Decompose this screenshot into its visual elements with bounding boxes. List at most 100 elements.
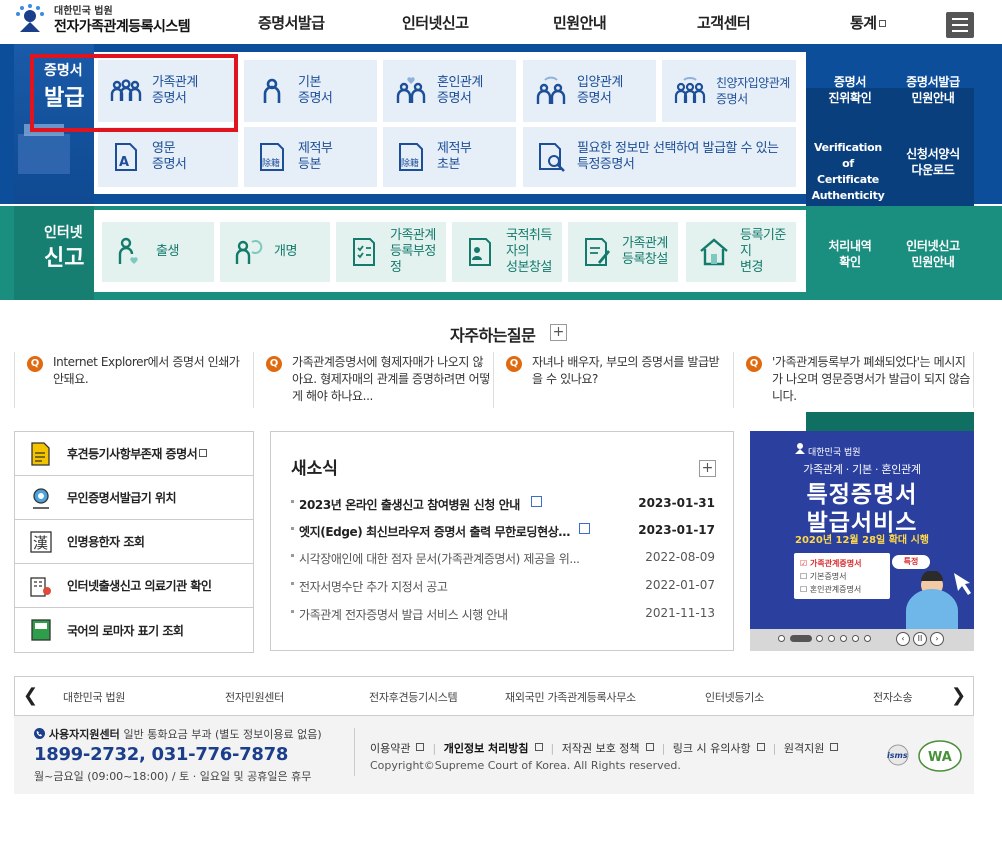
news-more-button[interactable]: + [699, 460, 716, 477]
footer-link-remote-support[interactable]: 원격지원 [784, 742, 824, 755]
news-item[interactable]: 2023년 온라인 출생신고 참여병원 신청 안내 2023-01-31 [291, 496, 715, 520]
quick-link-romanization[interactable]: 국어의 로마자 표기 조회 [15, 608, 253, 652]
news-item[interactable]: 시각장애인에 대한 점자 문서(가족관계증명서) 제공을 위... 2022-0… [291, 550, 715, 574]
nav-statistics[interactable]: 통계 [850, 12, 886, 33]
carousel-dot[interactable] [828, 635, 835, 642]
family-site-link[interactable]: 전자민원센터 [225, 689, 284, 705]
carousel-pause-button[interactable]: II [913, 632, 927, 646]
verification-link[interactable]: Verification of Certificate Authenticity [808, 140, 888, 204]
quick-link-guardianship[interactable]: 후견등기사항부존재 증명서 [15, 432, 253, 476]
banner-date: 2020년 12월 28일 확대 시행 [795, 535, 929, 546]
footer-link-copyright[interactable]: 저작권 보호 정책 [562, 742, 640, 755]
site-header: 대한민국 법원 전자가족관계등록시스템 증명서발급 인터넷신고 민원안내 고객센… [0, 0, 1002, 44]
carousel-dot[interactable] [816, 635, 823, 642]
footer-link-terms[interactable]: 이용약관 [370, 742, 410, 755]
quick-link-hospital-check[interactable]: 인터넷출생신고 의료기관 확인 [15, 564, 253, 608]
quick-link-label: 국어의 로마자 표기 조회 [67, 623, 184, 638]
faq-item[interactable]: Q 가족관계증명서에 형제자매가 나오지 않아요. 형제자매의 관계를 증명하려… [254, 352, 494, 408]
news-panel: 새소식 + 2023년 온라인 출생신고 참여병원 신청 안내 2023-01-… [270, 431, 734, 651]
faq-more-button[interactable]: + [550, 324, 567, 341]
carousel-dot[interactable] [852, 635, 859, 642]
quick-link-label: 후견등기사항부존재 증명서 [67, 445, 208, 462]
tile-name-change[interactable]: 개명 [220, 222, 330, 282]
tile-basic-cert[interactable]: 기본 증명서 [244, 60, 377, 122]
news-item[interactable]: 전자서명수단 추가 지정서 공고 2022-01-07 [291, 578, 715, 602]
menu-button[interactable] [946, 12, 974, 38]
nav-customer-center[interactable]: 고객센터 [697, 12, 751, 33]
external-link-icon [416, 743, 425, 751]
removed-register-icon: 除籍 [260, 143, 284, 171]
tile-adoption-cert[interactable]: 입양관계 증명서 [523, 60, 656, 122]
support-center: 사용자지원센터 일반 통화요금 부과 (별도 정보이용료 없음) [34, 726, 322, 742]
news-item-title: 가족관계 전자증명서 발급 서비스 시행 안내 [299, 608, 508, 622]
family-prev-button[interactable]: ❮ [23, 685, 38, 706]
external-link-icon [645, 743, 654, 751]
faq-item[interactable]: Q 자녀나 배우자, 부모의 증명서를 발급받을 수 있나요? [494, 352, 734, 408]
promo-banner[interactable]: 대한민국 법원 가족관계 · 기본 · 혼인관계 특정증명서 발급서비스 202… [750, 431, 974, 651]
svg-text:除籍: 除籍 [262, 157, 280, 169]
family-site-link[interactable]: 재외국민 가족관계등록사무소 [505, 689, 636, 705]
nav-civil-guide[interactable]: 민원안내 [553, 12, 607, 33]
carousel-dot[interactable] [864, 635, 871, 642]
family-site-link[interactable]: 전자소송 [873, 689, 913, 705]
family-site-link[interactable]: 인터넷등기소 [705, 689, 764, 705]
net-title-small: 인터넷 [44, 225, 83, 241]
court-emblem-icon [795, 443, 805, 454]
form-download-link[interactable]: 신청서양식 다운로드 [894, 146, 972, 178]
footer-link-link-policy[interactable]: 링크 시 유의사항 [673, 742, 751, 755]
external-link-icon [534, 743, 543, 751]
logo-title: 전자가족관계등록시스템 [54, 19, 191, 35]
isms-badge-icon: isms [887, 744, 909, 766]
tile-marriage-cert[interactable]: 혼인관계 증명서 [383, 60, 516, 122]
tile-nationality-surname[interactable]: 국적취득자의 성본창설 [452, 222, 562, 282]
question-icon: Q [266, 356, 282, 372]
nav-internet-report[interactable]: 인터넷신고 [402, 12, 469, 33]
news-item[interactable]: 엣지(Edge) 최신브라우저 증명서 출력 무한로딩현상 ... 2023-0… [291, 523, 715, 547]
carousel-dot[interactable] [778, 635, 785, 642]
logo-small-text: 대한민국 법원 [54, 6, 113, 17]
cert-guide-link[interactable]: 증명서발급 민원안내 [894, 74, 972, 106]
support-center-note: 일반 통화요금 부과 (별도 정보이용료 없음) [123, 728, 322, 741]
nav-cert[interactable]: 증명서발급 [258, 12, 325, 33]
family-next-button[interactable]: ❯ [951, 685, 966, 706]
net-title-large: 신고 [44, 246, 85, 271]
tile-removed-register-extract[interactable]: 除籍 제적부 초본 [383, 127, 516, 187]
internet-report-guide-link[interactable]: 인터넷신고 민원안내 [894, 238, 972, 270]
tile-label: 국적취득자의 성본창설 [506, 228, 552, 275]
support-hours: 월~금요일 (09:00~18:00) / 토 · 일요일 및 공휴일은 휴무 [34, 770, 312, 783]
tile-register-creation[interactable]: 가족관계 등록창설 [568, 222, 678, 282]
tile-label: 제적부 초본 [437, 141, 472, 172]
site-logo[interactable]: 대한민국 법원 전자가족관계등록시스템 [12, 4, 191, 38]
carousel-dot-active[interactable] [790, 635, 812, 642]
family-site-link[interactable]: 대한민국 법원 [63, 689, 125, 705]
court-emblem-icon [16, 4, 44, 32]
banner-tag: 특정 [892, 555, 930, 569]
carousel-prev-button[interactable]: ‹ [896, 632, 910, 646]
tile-removed-register-copy[interactable]: 除籍 제적부 등본 [244, 127, 377, 187]
hospital-icon [30, 576, 51, 597]
tile-label: 가족관계 등록부정정 [390, 228, 436, 275]
tile-birth-report[interactable]: 출생 [102, 222, 214, 282]
question-icon: Q [27, 356, 43, 372]
carousel-dot[interactable] [840, 635, 847, 642]
process-status-link[interactable]: 처리내역 확인 [812, 238, 888, 270]
family-site-link[interactable]: 전자후견등기시스템 [369, 689, 458, 705]
footer-link-privacy[interactable]: 개인정보 처리방침 [444, 742, 529, 755]
web-accessibility-badge-icon: WA [918, 740, 962, 772]
quick-link-hanja[interactable]: 漢 인명용한자 조회 [15, 520, 253, 564]
cert-authenticity-link[interactable]: 증명서 진위확인 [812, 74, 888, 106]
tile-english-cert[interactable]: A 영문 증명서 [98, 127, 238, 187]
faq-item[interactable]: Q '가족관계등록부가 폐쇄되었다'는 메시지가 나오며 영문증명서가 발급이 … [734, 352, 974, 408]
news-item[interactable]: 가족관계 전자증명서 발급 서비스 시행 안내 2021-11-13 [291, 606, 715, 630]
external-link-icon [878, 20, 886, 27]
banner-org: 대한민국 법원 [808, 448, 861, 458]
tile-register-correction[interactable]: 가족관계 등록부정정 [336, 222, 446, 282]
news-item-title: 2023년 온라인 출생신고 참여병원 신청 안내 [299, 498, 520, 512]
faq-item[interactable]: Q Internet Explorer에서 증명서 인쇄가 안돼요. [14, 352, 254, 408]
quick-link-kiosk-location[interactable]: 무인증명서발급기 위치 [15, 476, 253, 520]
tile-full-adoption-cert[interactable]: 친양자입양관계 증명서 [662, 60, 796, 122]
tile-specific-cert[interactable]: 필요한 정보만 선택하여 발급할 수 있는 특정증명서 [523, 127, 796, 187]
news-item-date: 2022-08-09 [645, 550, 715, 564]
tile-domicile-change[interactable]: 등록기준지 변경 [686, 222, 796, 282]
carousel-next-button[interactable]: › [930, 632, 944, 646]
